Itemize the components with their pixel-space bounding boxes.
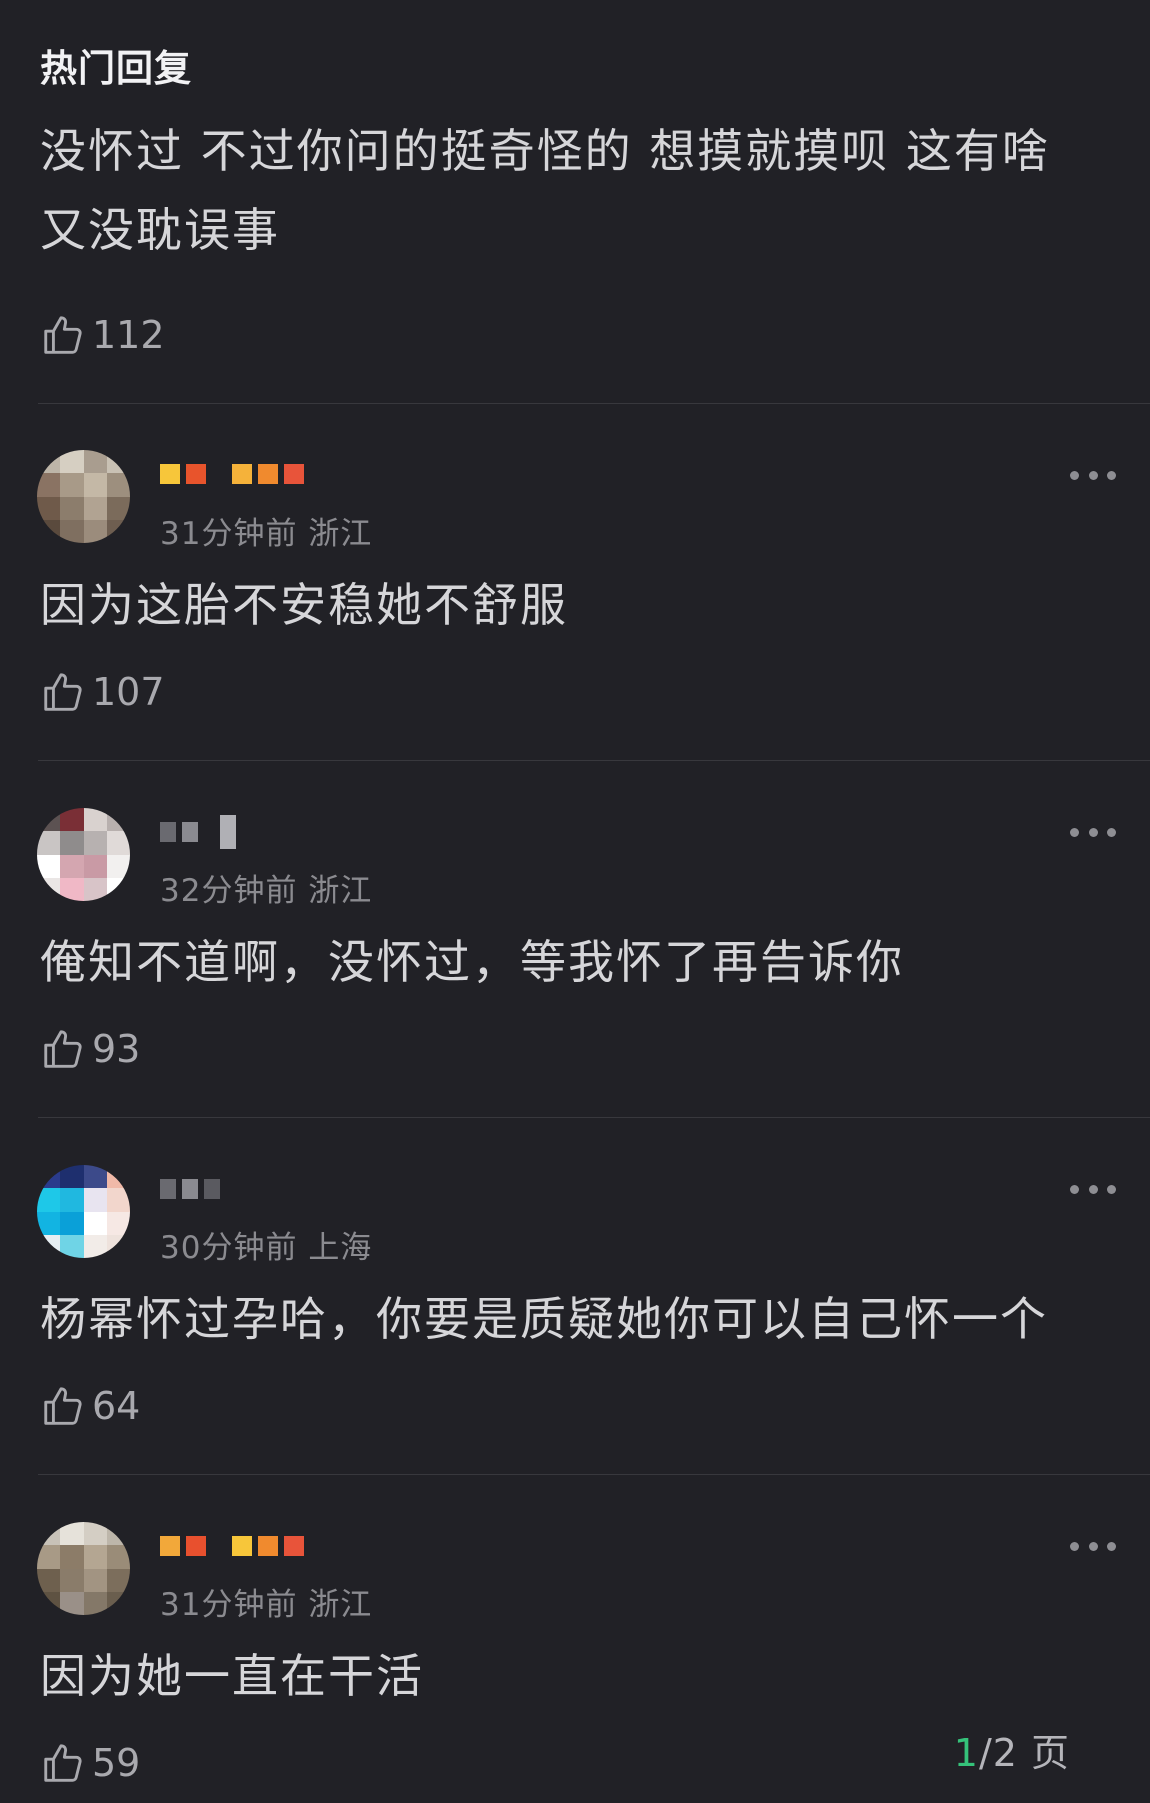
thumbs-up-icon	[44, 1387, 82, 1425]
comment-text: 因为这胎不安稳她不舒服	[40, 578, 568, 632]
avatar[interactable]	[37, 1522, 130, 1615]
more-options-button[interactable]	[1070, 465, 1116, 485]
comment-meta: 30分钟前 上海	[160, 1230, 373, 1266]
like-count: 64	[92, 1384, 141, 1428]
like-button[interactable]: 107	[40, 667, 165, 717]
more-icon-dot	[1070, 827, 1079, 837]
page-total: /2 页	[978, 1731, 1070, 1775]
comment-meta: 32分钟前 浙江	[160, 873, 373, 909]
comment-text: 杨幂怀过孕哈，你要是质疑她你可以自己怀一个	[40, 1292, 1048, 1346]
like-count: 112	[92, 313, 165, 357]
divider	[38, 1117, 1150, 1118]
more-icon-dot	[1070, 1541, 1079, 1551]
more-options-button[interactable]	[1070, 1179, 1116, 1199]
username[interactable]	[160, 452, 304, 496]
username[interactable]	[160, 1524, 304, 1568]
more-icon-dot	[1070, 1184, 1079, 1194]
more-options-button[interactable]	[1070, 1536, 1116, 1556]
more-icon-dot	[1070, 470, 1079, 480]
like-count: 59	[92, 1741, 141, 1785]
thumbs-up-icon	[44, 316, 82, 354]
username[interactable]	[160, 1167, 220, 1211]
like-button[interactable]: 59	[40, 1738, 140, 1788]
comment-meta: 31分钟前 浙江	[160, 1587, 373, 1623]
page-current: 1	[953, 1731, 979, 1775]
like-button[interactable]: 112	[40, 310, 165, 360]
more-options-button[interactable]	[1070, 822, 1116, 842]
section-title: 热门回复	[40, 47, 192, 90]
avatar[interactable]	[37, 1165, 130, 1258]
thumbs-up-icon	[44, 1030, 82, 1068]
avatar[interactable]	[37, 450, 130, 543]
like-count: 107	[92, 670, 165, 714]
thumbs-up-icon	[44, 673, 82, 711]
divider	[38, 403, 1150, 404]
page-indicator: 1/2 页	[954, 1722, 1070, 1777]
like-button[interactable]: 64	[40, 1381, 140, 1431]
comment-text: 俺知不道啊，没怀过，等我怀了再告诉你	[40, 935, 904, 989]
divider	[38, 760, 1150, 761]
thumbs-up-icon	[44, 1744, 82, 1782]
divider	[38, 1474, 1150, 1475]
comment-text: 因为她一直在干活	[40, 1649, 424, 1703]
comment-meta: 31分钟前 浙江	[160, 516, 373, 552]
username[interactable]	[160, 810, 236, 854]
like-button[interactable]: 93	[40, 1024, 140, 1074]
avatar[interactable]	[37, 808, 130, 901]
comment-text: 没怀过 不过你问的挺奇怪的 想摸就摸呗 这有啥 又没耽误事	[40, 124, 1050, 257]
like-count: 93	[92, 1027, 141, 1071]
